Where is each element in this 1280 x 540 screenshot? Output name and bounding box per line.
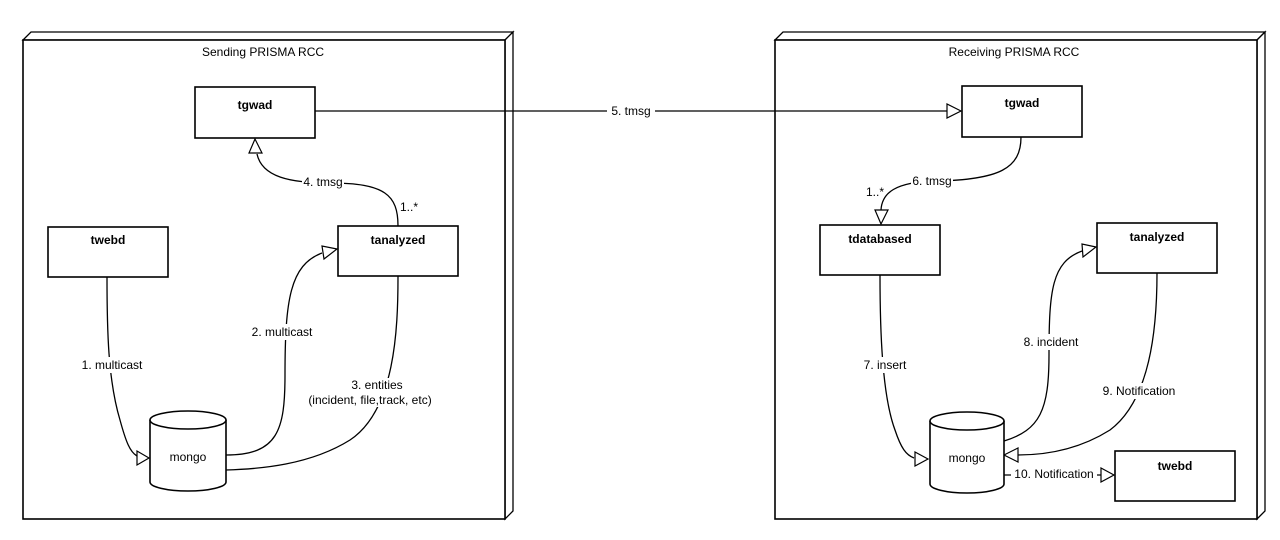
deployment-diagram: Sending PRISMA RCC Receiving PRISMA RCC …	[21, 30, 1267, 521]
node-receiving-twebd-label: twebd	[1158, 459, 1193, 473]
node-sending-twebd: twebd	[47, 226, 169, 278]
node-sending-tgwad: tgwad	[194, 86, 316, 139]
node-receiving-tdatabased-label: tdatabased	[848, 232, 911, 246]
node-sending-mongo-label: mongo	[170, 450, 207, 464]
edge-10-label: 10. Notification	[1014, 467, 1093, 481]
edge-1-label: 1. multicast	[82, 358, 143, 372]
receiving-frame-title: Receiving PRISMA RCC	[949, 45, 1080, 59]
edge-8-label: 8. incident	[1024, 335, 1079, 349]
edge-9-label: 9. Notification	[1103, 384, 1176, 398]
edge-6-multiplicity: 1..*	[866, 185, 884, 199]
sending-frame-title: Sending PRISMA RCC	[202, 45, 324, 59]
node-sending-tanalyzed-label: tanalyzed	[371, 233, 426, 247]
edge-3-sublabel: (incident, file,track, etc)	[308, 393, 431, 407]
node-receiving-tanalyzed: tanalyzed	[1096, 222, 1218, 274]
node-receiving-tgwad: tgwad	[961, 85, 1083, 138]
node-sending-twebd-label: twebd	[91, 233, 126, 247]
node-sending-tgwad-label: tgwad	[238, 98, 273, 112]
edge-4-label: 4. tmsg	[303, 175, 342, 189]
edge-4-multiplicity: 1..*	[400, 200, 418, 214]
node-receiving-tgwad-label: tgwad	[1005, 96, 1040, 110]
edge-6-label: 6. tmsg	[912, 174, 951, 188]
edge-2-label: 2. multicast	[252, 325, 313, 339]
edge-7-label: 7. insert	[864, 358, 907, 372]
node-receiving-mongo: mongo	[929, 411, 1005, 494]
node-receiving-tdatabased: tdatabased	[819, 224, 941, 276]
node-sending-mongo: mongo	[149, 410, 227, 492]
node-receiving-tanalyzed-label: tanalyzed	[1130, 230, 1185, 244]
node-receiving-twebd: twebd	[1114, 450, 1236, 502]
edge-5-label: 5. tmsg	[611, 104, 650, 118]
node-sending-tanalyzed: tanalyzed	[337, 225, 459, 277]
node-receiving-mongo-label: mongo	[949, 451, 986, 465]
edge-3-label: 3. entities	[351, 378, 402, 392]
